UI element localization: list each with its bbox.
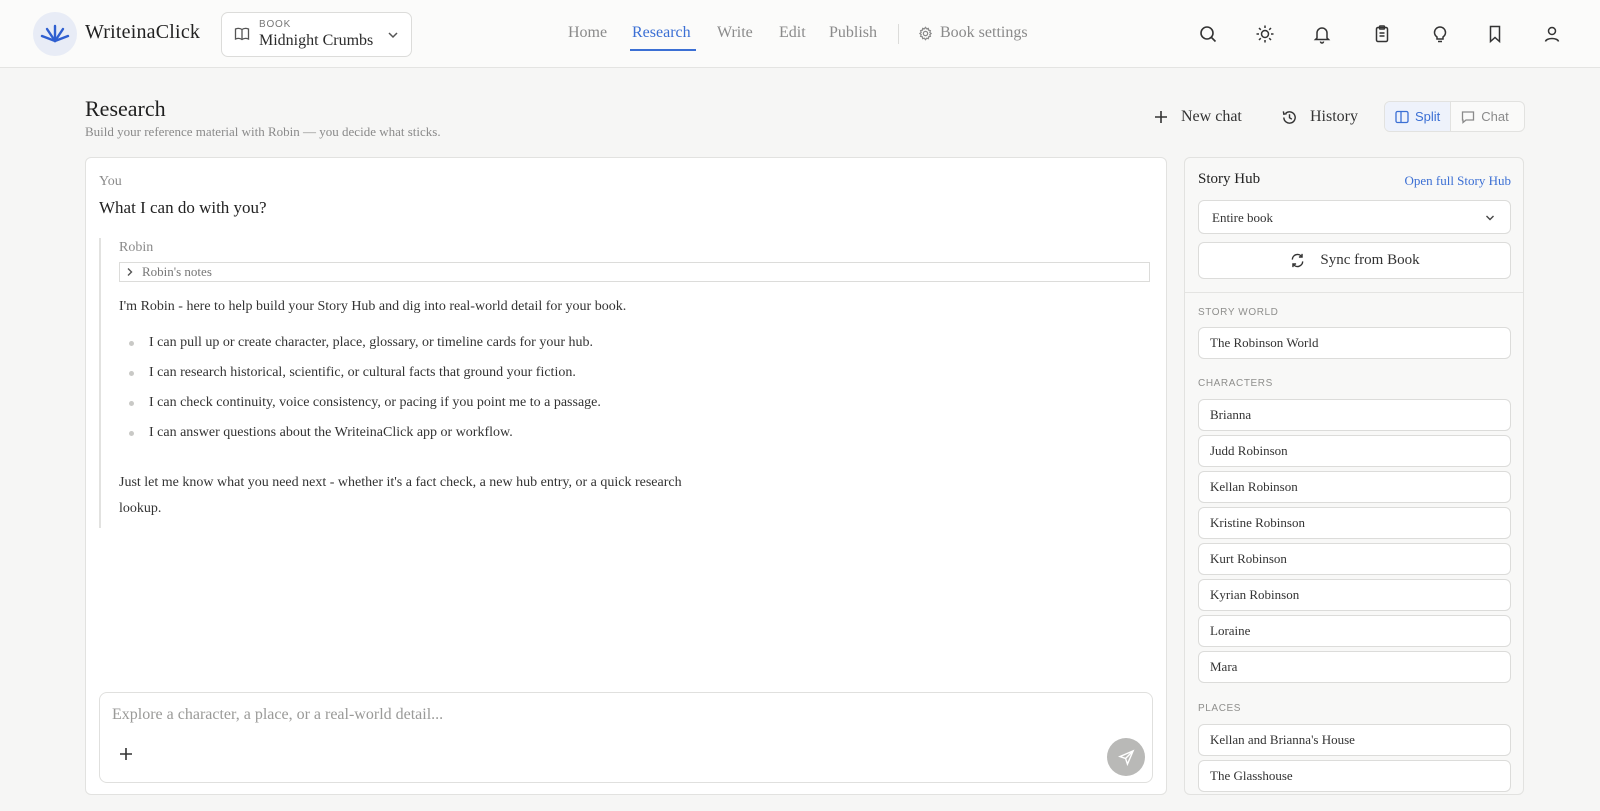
chevron-down-icon	[1486, 215, 1494, 221]
new-chat-button[interactable]: New chat	[1153, 104, 1242, 130]
story-hub-panel: Story Hub Open full Story Hub Entire boo…	[1184, 157, 1524, 795]
nav-home[interactable]: Home	[568, 24, 607, 42]
app-name: WriteinaClick	[85, 21, 201, 43]
view-chat-label: Chat	[1481, 109, 1509, 124]
assistant-outro: Just let me know what you need next - wh…	[119, 475, 682, 516]
send-icon	[1117, 749, 1134, 766]
book-label: BOOK	[259, 19, 292, 30]
list-item: I can pull up or create character, place…	[119, 333, 601, 363]
hub-card-character[interactable]: Mara	[1198, 651, 1511, 683]
send-button[interactable]	[1107, 738, 1145, 776]
history-icon	[1282, 110, 1296, 124]
hub-card-character[interactable]: Kurt Robinson	[1198, 543, 1511, 575]
hub-card-character[interactable]: Kristine Robinson	[1198, 507, 1511, 539]
gear-icon	[918, 25, 933, 41]
nav-divider	[898, 24, 899, 44]
bell-icon[interactable]	[1312, 24, 1332, 44]
active-nav-indicator	[630, 49, 696, 51]
section-places: PLACES	[1198, 703, 1242, 714]
hub-card-place[interactable]: Kellan and Brianna's House	[1198, 724, 1511, 756]
book-settings-label: Book settings	[940, 24, 1028, 41]
sync-from-book-button[interactable]: Sync from Book	[1198, 242, 1511, 279]
section-characters: CHARACTERS	[1198, 378, 1273, 389]
nav-book-settings[interactable]: Book settings	[918, 24, 1028, 42]
user-message: What I can do with you?	[99, 198, 267, 217]
sun-icon[interactable]	[1255, 24, 1275, 44]
chevron-down-icon	[388, 32, 398, 39]
chat-icon	[1462, 110, 1475, 124]
user-icon[interactable]	[1542, 24, 1562, 44]
hub-card-place[interactable]: The Glasshouse	[1198, 760, 1511, 792]
page-subtitle: Build your reference material with Robin…	[85, 124, 441, 139]
hub-card-character[interactable]: Kellan Robinson	[1198, 471, 1511, 503]
chevron-right-icon	[127, 268, 133, 276]
hub-scope-value: Entire book	[1212, 210, 1274, 225]
hub-card-character[interactable]: Brianna	[1198, 399, 1511, 431]
robin-notes-toggle[interactable]: Robin's notes	[119, 262, 1150, 282]
book-name: Midnight Crumbs	[259, 32, 374, 49]
nav-publish[interactable]: Publish	[829, 24, 877, 42]
search-icon[interactable]	[1198, 24, 1218, 44]
view-split-label: Split	[1415, 109, 1441, 124]
refresh-icon	[1292, 253, 1304, 268]
hub-card-world[interactable]: The Robinson World	[1198, 327, 1511, 359]
section-story-world: STORY WORLD	[1198, 307, 1279, 318]
top-bar: WriteinaClick BOOK Midnight Crumbs Home …	[0, 0, 1600, 68]
robin-notes-label: Robin's notes	[142, 264, 212, 279]
book-icon	[234, 27, 250, 41]
clipboard-icon[interactable]	[1372, 24, 1392, 44]
attach-plus-icon[interactable]	[117, 745, 135, 763]
chat-input[interactable]	[112, 703, 1052, 727]
page-title: Research	[85, 96, 166, 121]
bookmark-icon[interactable]	[1485, 24, 1505, 44]
composer	[99, 692, 1153, 783]
chat-panel: You What I can do with you? Robin Robin'…	[85, 157, 1167, 795]
hub-card-character[interactable]: Loraine	[1198, 615, 1511, 647]
user-label: You	[99, 174, 122, 189]
plus-icon	[1155, 111, 1167, 123]
assistant-bullets: I can pull up or create character, place…	[119, 333, 601, 453]
app-logo[interactable]	[33, 12, 77, 56]
sync-label: Sync from Book	[1320, 252, 1420, 268]
hub-divider	[1185, 292, 1523, 293]
hub-card-character[interactable]: Kyrian Robinson	[1198, 579, 1511, 611]
history-label: History	[1310, 108, 1358, 125]
open-full-story-hub-link[interactable]: Open full Story Hub	[1404, 173, 1511, 189]
assistant-label: Robin	[119, 240, 154, 255]
nav-research[interactable]: Research	[632, 24, 691, 42]
view-chat-button[interactable]: Chat	[1451, 102, 1518, 131]
new-chat-label: New chat	[1181, 108, 1242, 125]
list-item: I can answer questions about the Writein…	[119, 423, 601, 453]
list-item: I can research historical, scientific, o…	[119, 363, 601, 393]
nav-edit[interactable]: Edit	[779, 24, 806, 42]
split-view-icon	[1395, 110, 1409, 123]
story-hub-title: Story Hub	[1198, 171, 1261, 187]
history-button[interactable]: History	[1281, 104, 1358, 130]
assistant-intro: I'm Robin - here to help build your Stor…	[119, 299, 627, 314]
view-split-button[interactable]: Split	[1385, 102, 1452, 131]
nav-write[interactable]: Write	[717, 24, 753, 42]
hub-card-character[interactable]: Judd Robinson	[1198, 435, 1511, 467]
book-selector[interactable]: BOOK Midnight Crumbs	[221, 12, 412, 57]
assistant-message: Robin Robin's notes I'm Robin - here to …	[99, 238, 1150, 528]
hub-scope-select[interactable]: Entire book	[1198, 200, 1511, 234]
view-toggle: Split Chat	[1384, 101, 1525, 132]
logo-icon	[40, 24, 70, 43]
lightbulb-icon[interactable]	[1430, 24, 1450, 44]
list-item: I can check continuity, voice consistenc…	[119, 393, 601, 423]
